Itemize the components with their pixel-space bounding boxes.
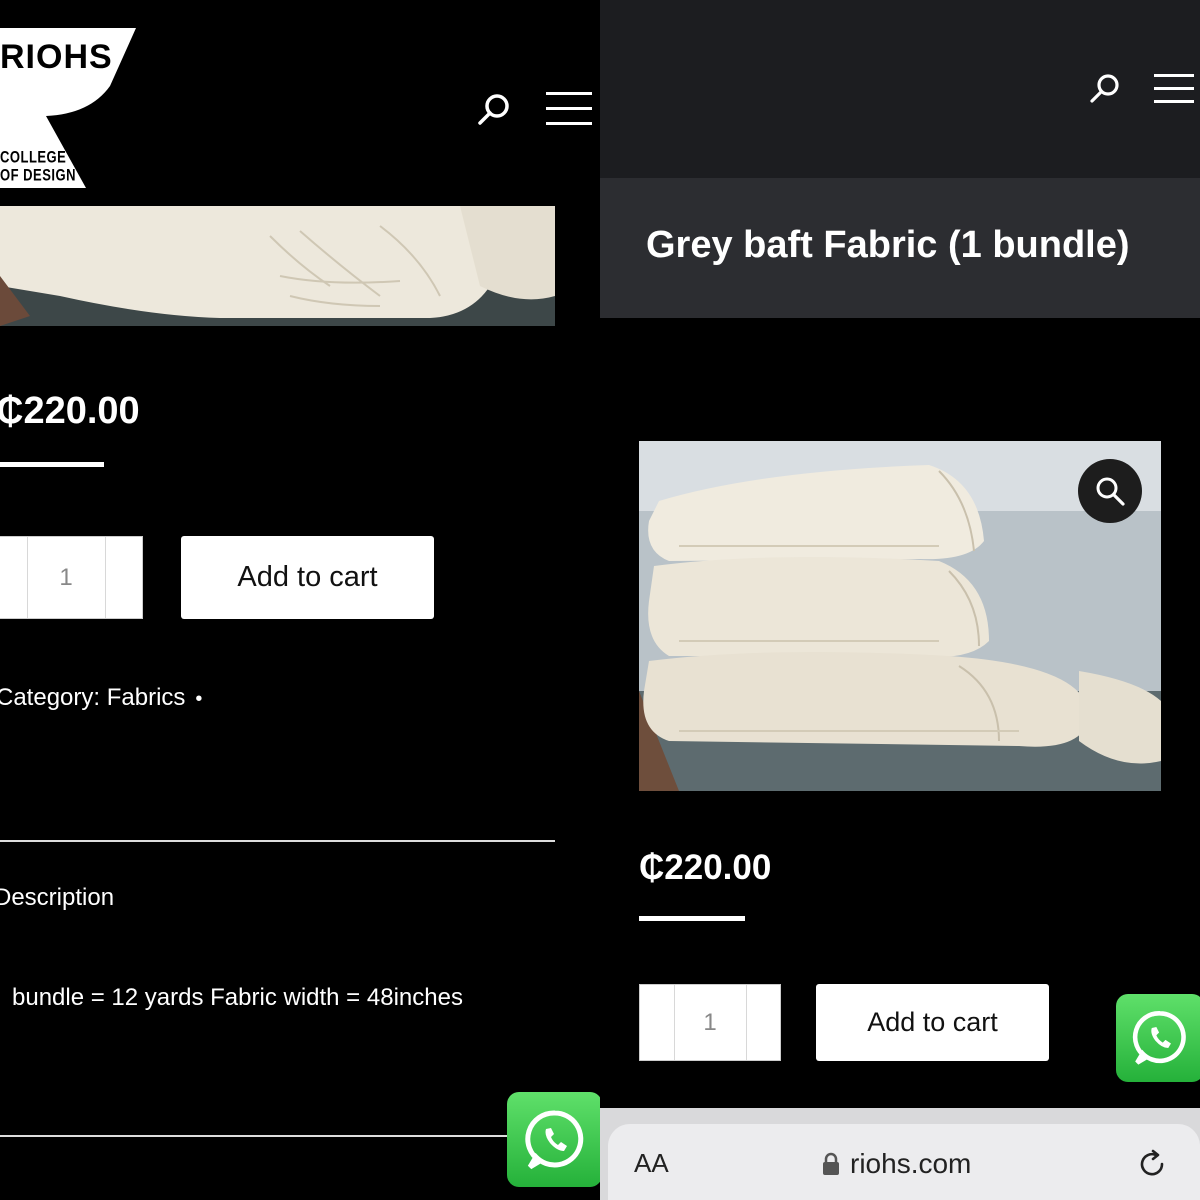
add-to-cart-button[interactable]: Add to cart xyxy=(181,536,434,619)
hamburger-menu-icon[interactable] xyxy=(546,92,592,128)
right-screenshot: Grey baft Fabric (1 bundle) ₵220.00 1 Ad… xyxy=(600,0,1200,1200)
reload-icon[interactable] xyxy=(1136,1148,1168,1180)
search-icon[interactable] xyxy=(1086,70,1124,108)
text-size-button[interactable]: AA xyxy=(634,1148,669,1179)
search-icon[interactable] xyxy=(474,90,514,130)
tab-description[interactable]: Description xyxy=(0,884,114,912)
lock-icon xyxy=(822,1152,840,1176)
product-price: ₵220.00 xyxy=(639,848,772,887)
url-text[interactable]: riohs.com xyxy=(850,1148,971,1180)
logo-subtitle-line2: OF DESIGN xyxy=(0,164,77,185)
site-logo[interactable]: RIOHS COLLEGE OF DESIGN xyxy=(0,28,136,194)
logo-brand: RIOHS xyxy=(0,38,113,76)
stepper-divider xyxy=(746,985,747,1060)
category-link[interactable]: Category: Fabrics xyxy=(0,684,185,711)
quantity-input[interactable]: 1 xyxy=(674,985,746,1060)
whatsapp-button[interactable] xyxy=(507,1092,600,1187)
quantity-stepper[interactable]: 1 xyxy=(0,536,143,619)
price-underline xyxy=(0,462,104,467)
category-separator: • xyxy=(195,688,203,710)
product-price: ₵220.00 xyxy=(0,390,140,432)
left-screenshot: RIOHS COLLEGE OF DESIGN ₵220.00 1 Add to… xyxy=(0,0,600,1200)
product-image xyxy=(0,206,555,326)
divider xyxy=(0,840,555,842)
quantity-stepper[interactable]: 1 xyxy=(639,984,781,1061)
whatsapp-icon xyxy=(524,1109,583,1169)
logo-subtitle: COLLEGE OF DESIGN xyxy=(0,146,77,185)
product-category: Category: Fabrics • xyxy=(0,684,202,712)
hamburger-menu-icon[interactable] xyxy=(1154,74,1194,104)
whatsapp-icon xyxy=(1132,1011,1186,1065)
page-title: Grey baft Fabric (1 bundle) xyxy=(646,224,1130,266)
zoom-icon[interactable] xyxy=(1078,459,1142,523)
description-text: bundle = 12 yards Fabric width = 48inche… xyxy=(12,984,463,1011)
stepper-divider xyxy=(105,537,106,618)
logo-subtitle-line1: COLLEGE xyxy=(0,146,67,167)
quantity-input[interactable]: 1 xyxy=(27,537,105,618)
price-underline xyxy=(639,916,745,921)
divider xyxy=(0,1135,520,1137)
add-to-cart-button[interactable]: Add to cart xyxy=(816,984,1049,1061)
whatsapp-button[interactable] xyxy=(1116,994,1200,1082)
